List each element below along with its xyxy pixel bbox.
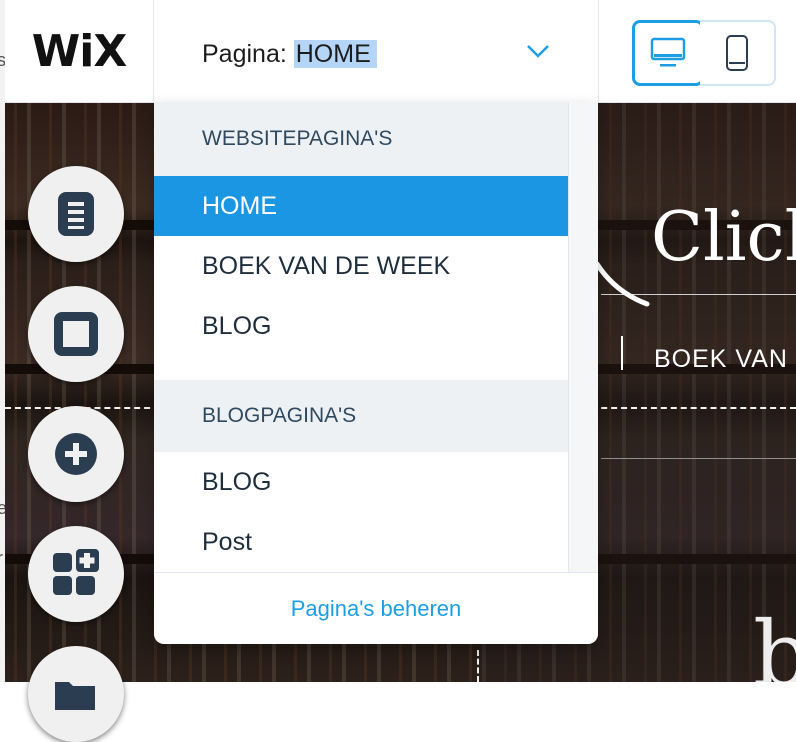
media-button[interactable] <box>28 646 124 742</box>
background-icon <box>54 312 98 356</box>
mobile-view-button[interactable] <box>700 20 776 86</box>
blog-page-item-blog[interactable]: BLOG <box>154 452 568 512</box>
background-text-fragment: r <box>0 548 3 569</box>
page-selector-label: Pagina: <box>202 40 287 68</box>
page-item-blog[interactable]: BLOG <box>154 296 568 356</box>
device-switcher <box>632 20 776 86</box>
logo-area: WiX <box>5 0 154 102</box>
desktop-icon <box>650 37 686 67</box>
mobile-icon <box>726 35 748 71</box>
page-item-home[interactable]: HOME <box>154 176 568 236</box>
add-icon <box>55 433 97 475</box>
app-market-button[interactable] <box>28 526 124 622</box>
app-market-icon <box>53 549 99 595</box>
add-button[interactable] <box>28 406 124 502</box>
wix-logo: WiX <box>31 25 128 77</box>
section-header-blog-pages: BLOGPAGINA'S <box>154 380 568 452</box>
site-heading[interactable]: Click <box>651 198 796 277</box>
decorative-curve <box>595 262 650 307</box>
editor-top-bar: WiX Pagina: HOME <box>5 0 796 103</box>
media-folder-icon <box>55 682 95 710</box>
chevron-down-icon[interactable] <box>526 44 550 58</box>
site-text-glyph[interactable]: b <box>753 602 796 682</box>
pages-dropdown: WEBSITEPAGINA'S HOME BOEK VAN DE WEEK BL… <box>154 102 598 644</box>
site-menu-item[interactable]: BOEK VAN <box>654 345 788 374</box>
page-selector-text: Pagina: HOME <box>202 40 377 69</box>
blog-page-item-post[interactable]: Post <box>154 512 568 572</box>
pages-icon <box>58 192 94 236</box>
gridline-dashed <box>477 650 479 682</box>
pages-button[interactable] <box>28 166 124 262</box>
page-item-boek-van-de-week[interactable]: BOEK VAN DE WEEK <box>154 236 568 296</box>
page-selector-value: HOME <box>293 40 377 68</box>
section-header-website-pages: WEBSITEPAGINA'S <box>154 102 568 176</box>
page-selector[interactable]: Pagina: HOME <box>154 0 599 102</box>
background-button[interactable] <box>28 286 124 382</box>
manage-pages-link[interactable]: Pagina's beheren <box>154 572 598 644</box>
menu-separator <box>621 336 623 370</box>
dropdown-scrollbar[interactable] <box>568 102 598 572</box>
header-rule <box>601 458 796 459</box>
desktop-view-button[interactable] <box>632 20 704 86</box>
